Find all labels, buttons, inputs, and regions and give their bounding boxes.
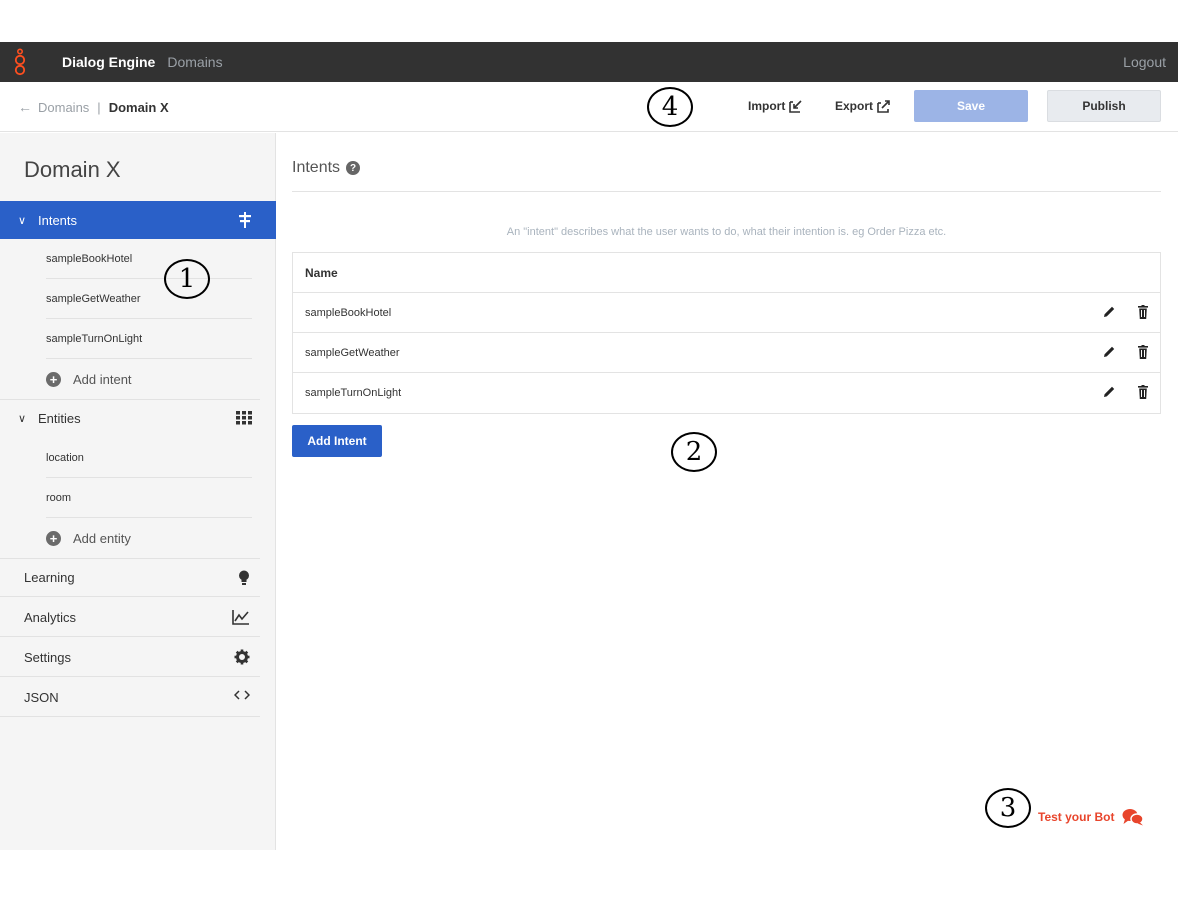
breadcrumb-domains-link[interactable]: Domains xyxy=(38,100,89,115)
sidebar-item-intent[interactable]: sampleGetWeather xyxy=(46,279,252,319)
import-button[interactable]: Import xyxy=(748,99,803,113)
edit-pencil-icon[interactable] xyxy=(1102,385,1116,399)
top-bar: Dialog Engine Domains Logout xyxy=(0,42,1178,82)
breadcrumb: ← Domains | Domain X xyxy=(18,99,169,115)
chat-bubbles-icon xyxy=(1122,809,1145,826)
sidebar: Domain X ∨ Intents sampleBookHotel sampl… xyxy=(0,133,276,850)
add-entity-label: Add entity xyxy=(73,530,131,546)
intents-description: An "intent" describes what the user want… xyxy=(506,226,947,238)
back-arrow-icon[interactable]: ← xyxy=(18,99,32,115)
table-row[interactable]: sampleGetWeather xyxy=(293,333,1160,373)
callout-number: 4 xyxy=(647,87,693,127)
logout-link[interactable]: Logout xyxy=(1123,54,1166,70)
delete-trash-icon[interactable] xyxy=(1138,345,1148,359)
genesys-logo-icon[interactable] xyxy=(2,42,38,82)
intent-name-cell: sampleBookHotel xyxy=(305,306,392,319)
sidebar-row-label: Analytics xyxy=(24,609,77,625)
plus-circle-icon: + xyxy=(46,530,61,546)
test-your-bot-label: Test your Bot xyxy=(1038,810,1115,824)
table-row[interactable]: sampleBookHotel xyxy=(293,293,1160,333)
table-row[interactable]: sampleTurnOnLight xyxy=(293,373,1160,413)
edit-pencil-icon[interactable] xyxy=(1102,345,1116,359)
sidebar-row-label: Settings xyxy=(24,649,71,665)
code-icon xyxy=(233,689,251,704)
export-label: Export xyxy=(835,99,874,113)
page-title: Intents ? xyxy=(292,159,361,177)
signpost-icon xyxy=(238,212,252,231)
chevron-down-icon: ∨ xyxy=(18,413,27,425)
page-title-text: Intents xyxy=(292,159,341,176)
intents-table: Name sampleBookHotel sampleGetWeather sa… xyxy=(292,252,1161,414)
export-button[interactable]: Export xyxy=(835,99,891,113)
sidebar-item-learning[interactable]: Learning xyxy=(0,558,260,597)
save-button[interactable]: Save xyxy=(914,90,1028,122)
sidebar-item-settings[interactable]: Settings xyxy=(0,638,260,677)
sidebar-item-intent[interactable]: sampleTurnOnLight xyxy=(46,319,252,359)
delete-trash-icon[interactable] xyxy=(1138,305,1148,319)
add-intent-label: Add intent xyxy=(73,371,132,387)
sidebar-row-label: Learning xyxy=(24,570,75,585)
intent-name-cell: sampleTurnOnLight xyxy=(305,387,402,399)
lightbulb-icon xyxy=(238,570,250,589)
callout-number: 2 xyxy=(671,432,717,472)
app-window: Dialog Engine Domains Logout ← Domains |… xyxy=(0,42,1178,850)
sidebar-item-entity[interactable]: location xyxy=(46,438,252,478)
delete-trash-icon[interactable] xyxy=(1138,385,1148,399)
sidebar-section-label: Intents xyxy=(38,212,78,228)
import-label: Import xyxy=(748,99,786,113)
sidebar-section-label: Entities xyxy=(38,411,81,426)
sidebar-domain-title: Domain X xyxy=(24,157,121,182)
sidebar-item-json[interactable]: JSON xyxy=(0,678,260,717)
sidebar-item-analytics[interactable]: Analytics xyxy=(0,598,260,637)
publish-button[interactable]: Publish xyxy=(1047,90,1161,122)
sidebar-row-label: JSON xyxy=(24,689,59,705)
divider xyxy=(292,191,1161,192)
add-intent-link[interactable]: + Add intent xyxy=(46,359,252,399)
add-intent-button[interactable]: Add Intent xyxy=(292,425,382,457)
brand-title[interactable]: Dialog Engine xyxy=(62,54,155,70)
export-icon xyxy=(877,99,890,113)
plus-circle-icon: + xyxy=(46,371,61,387)
callout-number: 1 xyxy=(164,259,210,299)
sidebar-section-entities[interactable]: ∨ Entities xyxy=(0,399,260,437)
import-icon xyxy=(789,99,802,113)
gear-icon xyxy=(234,649,250,668)
chart-icon xyxy=(232,609,250,628)
sidebar-item-intent[interactable]: sampleBookHotel xyxy=(46,239,252,279)
chevron-down-icon: ∨ xyxy=(18,214,27,227)
callout-number: 3 xyxy=(985,788,1031,828)
table-header-name: Name xyxy=(293,253,1160,293)
sidebar-item-entity[interactable]: room xyxy=(46,478,252,518)
toolbar: ← Domains | Domain X Import Export Save … xyxy=(0,82,1178,132)
nav-domains-link[interactable]: Domains xyxy=(167,54,222,70)
test-your-bot-link[interactable]: Test your Bot xyxy=(1038,808,1145,826)
intent-name-cell: sampleGetWeather xyxy=(305,346,400,359)
grid-icon xyxy=(236,411,252,428)
help-icon[interactable]: ? xyxy=(346,161,361,175)
breadcrumb-current: Domain X xyxy=(108,99,169,115)
breadcrumb-separator: | xyxy=(97,99,101,115)
sidebar-section-intents[interactable]: ∨ Intents xyxy=(0,201,276,239)
edit-pencil-icon[interactable] xyxy=(1102,305,1116,319)
add-entity-link[interactable]: + Add entity xyxy=(46,518,252,558)
